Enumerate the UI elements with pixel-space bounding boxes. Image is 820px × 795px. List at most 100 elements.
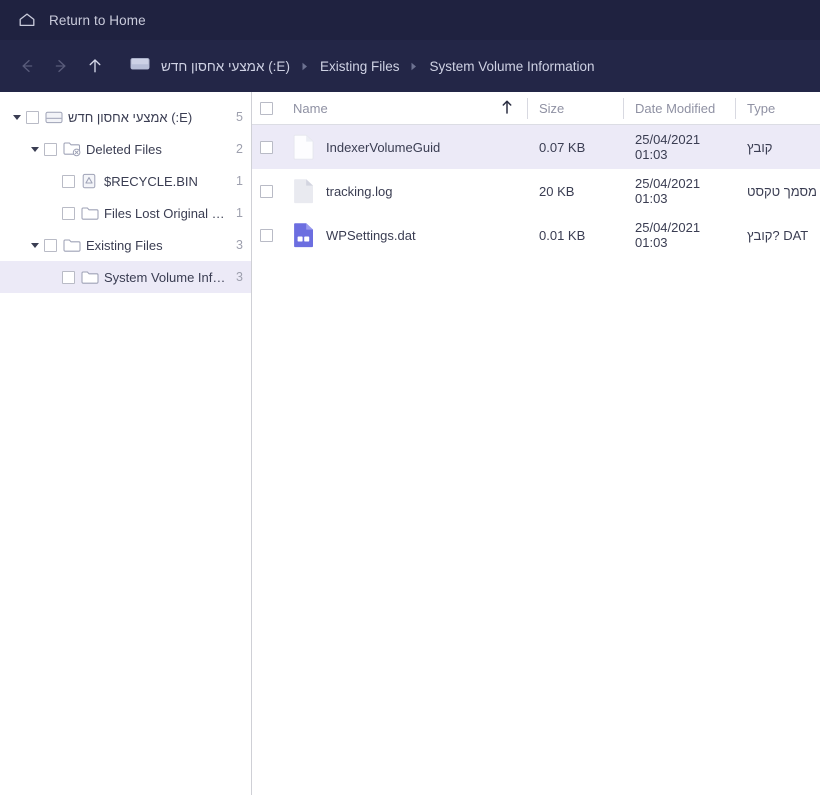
row-checkbox[interactable] (252, 140, 281, 154)
checkbox-box (260, 101, 273, 115)
tree-item-label: System Volume Informati... (104, 269, 230, 285)
column-header-name-label: Name (293, 100, 328, 116)
tree-item-0[interactable]: אמצעי אחסון חדש (:E) 5 (0, 101, 251, 133)
tree-item-count: 5 (236, 110, 243, 124)
tree-item-count: 1 (236, 206, 243, 220)
tree-item-checkbox[interactable] (26, 110, 39, 124)
file-list-rows: IndexerVolumeGuid 0.07 KB 25/04/2021 01:03… (252, 125, 820, 257)
tree-item-label: $RECYCLE.BIN (104, 173, 198, 189)
file-name-label: tracking.log (326, 183, 393, 199)
return-to-home-button[interactable]: Return to Home (11, 0, 152, 40)
drive-icon (45, 110, 64, 125)
tree-item-count: 2 (236, 142, 243, 156)
file-date-label: 25/04/2021 01:03 (635, 176, 701, 206)
file-date-label: 25/04/2021 01:03 (635, 220, 701, 250)
file-list-header: Name Size Date Modified Type (252, 92, 820, 125)
arrow-right-icon (52, 57, 70, 75)
tree-item-2[interactable]: $RECYCLE.BIN 1 (0, 165, 251, 197)
navigation-bar: אמצעי אחסון חדש (:E) Existing Files Syst… (0, 40, 820, 92)
tree-item-1[interactable]: Deleted Files 2 (0, 133, 251, 165)
column-header-name[interactable]: Name (281, 92, 527, 125)
tree-expand-toggle-icon[interactable] (8, 112, 26, 122)
tree-item-count: 3 (236, 270, 243, 284)
chevron-right-icon (301, 59, 309, 74)
cell-date-modified: 25/04/2021 01:03 (623, 176, 735, 206)
tree-item-3[interactable]: Files Lost Original Direct... 1 (0, 197, 251, 229)
tree-item-checkbox[interactable] (44, 142, 57, 156)
checkbox-box (260, 184, 273, 198)
cell-type: קובץ (735, 140, 820, 155)
return-to-home-label: Return to Home (49, 12, 146, 28)
file-type-label: מסמך טקסט (747, 183, 817, 199)
arrow-left-icon (18, 57, 36, 75)
cell-name: IndexerVolumeGuid (281, 134, 527, 160)
breadcrumb-item-1[interactable]: Existing Files (318, 57, 402, 76)
tree-item-count: 1 (236, 174, 243, 188)
file-size-label: 20 KB (539, 183, 575, 199)
row-checkbox[interactable] (252, 184, 281, 198)
home-icon (17, 10, 37, 30)
file-type-label: קובץ? DAT (747, 227, 809, 243)
recycle-bin-icon (81, 173, 100, 190)
tree-item-label: אמצעי אחסון חדש (:E) (68, 109, 193, 125)
cell-date-modified: 25/04/2021 01:03 (623, 132, 735, 162)
column-header-type-label: Type (747, 100, 776, 116)
file-blank-icon (293, 134, 315, 160)
drive-icon (130, 55, 150, 77)
back-button[interactable] (10, 49, 44, 83)
breadcrumb: אמצעי אחסון חדש (:E) Existing Files Syst… (159, 57, 597, 76)
tree-item-4[interactable]: Existing Files 3 (0, 229, 251, 261)
tree-item-5[interactable]: System Volume Informati... 3 (0, 261, 251, 293)
table-row[interactable]: tracking.log 20 KB 25/04/2021 01:03 מסמך טק… (252, 169, 820, 213)
file-size-label: 0.07 KB (539, 139, 586, 155)
cell-name: tracking.log (281, 178, 527, 204)
tree-item-checkbox[interactable] (62, 270, 75, 284)
top-bar: Return to Home (0, 0, 820, 40)
file-list-panel: Name Size Date Modified Type IndexerVolu… (252, 92, 820, 795)
tree-item-label: Existing Files (86, 237, 163, 253)
tree-item-checkbox[interactable] (62, 206, 75, 220)
tree-expand-toggle-icon[interactable] (26, 240, 44, 250)
select-all-checkbox[interactable] (252, 92, 281, 125)
folder-icon (81, 270, 100, 285)
table-row[interactable]: WPSettings.dat 0.01 KB 25/04/2021 01:03 קוב… (252, 213, 820, 257)
file-dat-icon (293, 222, 315, 248)
up-button[interactable] (78, 49, 112, 83)
column-header-date-label: Date Modified (635, 100, 716, 116)
folder-deleted-icon (63, 141, 82, 157)
row-checkbox[interactable] (252, 228, 281, 242)
tree-item-label: Deleted Files (86, 141, 162, 157)
folder-tree-sidebar: אמצעי אחסון חדש (:E) 5 Deleted Files 2 $RECY… (0, 92, 252, 795)
cell-type: קובץ? DAT (735, 228, 820, 243)
column-header-date-modified[interactable]: Date Modified (623, 92, 735, 125)
table-row[interactable]: IndexerVolumeGuid 0.07 KB 25/04/2021 01:03… (252, 125, 820, 169)
cell-name: WPSettings.dat (281, 222, 527, 248)
tree-expand-toggle-icon[interactable] (26, 144, 44, 154)
tree-item-label: Files Lost Original Direct... (104, 205, 230, 221)
file-explorer-window: Return to Home אמצעי אחסון חדש (:E) Exis… (0, 0, 820, 795)
file-text-icon (293, 178, 315, 204)
folder-icon (63, 238, 82, 253)
tree-item-count: 3 (236, 238, 243, 252)
cell-date-modified: 25/04/2021 01:03 (623, 220, 735, 250)
chevron-right-icon (410, 59, 418, 74)
column-header-size[interactable]: Size (527, 92, 623, 125)
breadcrumb-item-0[interactable]: אמצעי אחסון חדש (:E) (159, 57, 292, 76)
checkbox-box (260, 228, 273, 242)
checkbox-box (260, 140, 273, 154)
file-size-label: 0.01 KB (539, 227, 586, 243)
file-type-label: קובץ (747, 139, 773, 155)
forward-button[interactable] (44, 49, 78, 83)
cell-type: מסמך טקסט (735, 184, 820, 199)
tree-item-checkbox[interactable] (62, 174, 75, 188)
main-body: אמצעי אחסון חדש (:E) 5 Deleted Files 2 $RECY… (0, 92, 820, 795)
folder-icon (81, 206, 100, 221)
file-name-label: IndexerVolumeGuid (326, 139, 441, 155)
breadcrumb-item-2[interactable]: System Volume Information (427, 57, 596, 76)
column-header-type[interactable]: Type (735, 92, 820, 125)
cell-size: 0.07 KB (527, 140, 623, 155)
tree-item-checkbox[interactable] (44, 238, 57, 252)
arrow-up-icon (86, 57, 104, 75)
file-name-label: WPSettings.dat (326, 227, 416, 243)
cell-size: 0.01 KB (527, 228, 623, 243)
